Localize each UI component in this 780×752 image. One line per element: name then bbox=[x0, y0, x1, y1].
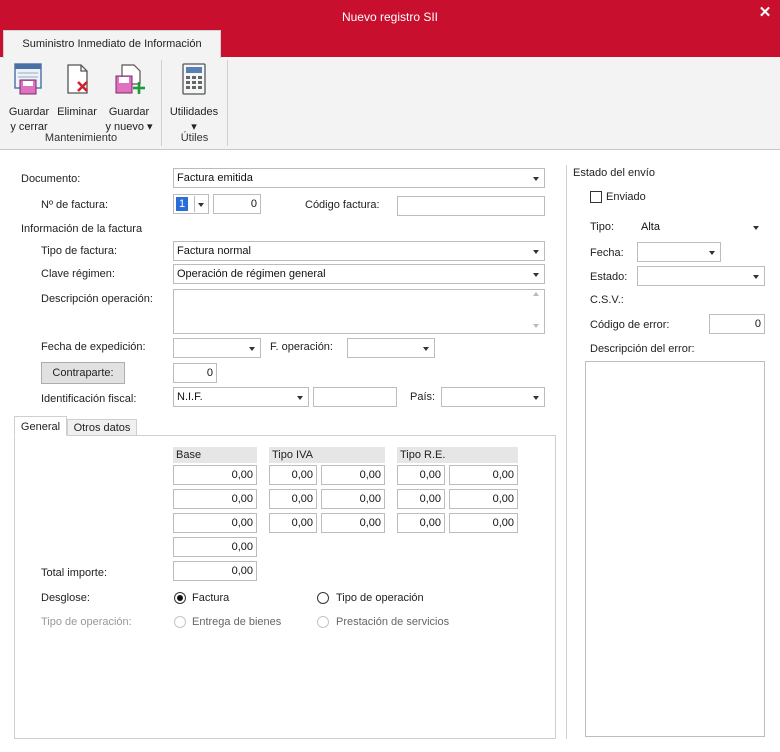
state-select[interactable] bbox=[637, 266, 765, 286]
tax-id-label: Identificación fiscal: bbox=[41, 393, 137, 405]
scroll-down-icon[interactable] bbox=[533, 324, 539, 328]
op-type-label: Tipo de operación: bbox=[41, 616, 132, 628]
group-label-utils: Útiles bbox=[180, 132, 209, 144]
invoice-number-label: Nº de factura: bbox=[41, 199, 108, 211]
radio-invoice[interactable] bbox=[174, 592, 186, 604]
close-icon[interactable]: ✕ bbox=[756, 4, 774, 22]
panel-separator bbox=[566, 165, 567, 739]
tab-other-data[interactable]: Otros datos bbox=[67, 419, 137, 436]
utilities-button[interactable]: Utilidades ▾ bbox=[166, 62, 222, 135]
error-desc-label: Descripción del error: bbox=[590, 343, 695, 355]
counterpart-input[interactable]: 0 bbox=[173, 363, 217, 383]
save-close-icon bbox=[14, 63, 42, 95]
header-re: Tipo R.E. bbox=[397, 447, 518, 463]
country-select[interactable] bbox=[441, 387, 545, 407]
state-label: Estado: bbox=[590, 271, 628, 283]
save-new-button[interactable]: Guardar y nuevo ▾ bbox=[104, 62, 154, 135]
row2-base[interactable]: 0,00 bbox=[173, 489, 257, 509]
header-base: Base bbox=[173, 447, 257, 463]
invoice-type-label: Tipo de factura: bbox=[41, 245, 118, 257]
row3-iva-amount[interactable]: 0,00 bbox=[321, 513, 385, 533]
status-heading: Estado del envío bbox=[573, 167, 655, 179]
chevron-down-icon[interactable] bbox=[195, 195, 208, 213]
row2-re-amount[interactable]: 0,00 bbox=[449, 489, 518, 509]
tax-id-type-select[interactable]: N.I.F. bbox=[173, 387, 309, 407]
tax-id-input[interactable] bbox=[313, 387, 397, 407]
row1-re-rate[interactable]: 0,00 bbox=[397, 465, 445, 485]
breakdown-label: Desglose: bbox=[41, 592, 90, 604]
utilities-label: Utilidades bbox=[169, 106, 219, 118]
date-picker[interactable] bbox=[637, 242, 721, 262]
ribbon-separator bbox=[227, 60, 228, 146]
error-code-input[interactable]: 0 bbox=[709, 314, 765, 334]
radio-services[interactable] bbox=[317, 616, 329, 628]
delete-label: Eliminar bbox=[57, 106, 97, 118]
header-iva: Tipo IVA bbox=[269, 447, 385, 463]
issue-date-picker[interactable] bbox=[173, 338, 261, 358]
row3-base[interactable]: 0,00 bbox=[173, 513, 257, 533]
scroll-up-icon[interactable] bbox=[533, 292, 539, 296]
row2-re-rate[interactable]: 0,00 bbox=[397, 489, 445, 509]
row3-re-amount[interactable]: 0,00 bbox=[449, 513, 518, 533]
error-code-label: Código de error: bbox=[590, 319, 670, 331]
save-new-label-1: Guardar bbox=[108, 106, 150, 118]
radio-operation-type-label: Tipo de operación bbox=[336, 592, 424, 604]
delete-button[interactable]: Eliminar bbox=[54, 62, 100, 120]
regime-key-select[interactable]: Operación de régimen general bbox=[173, 264, 545, 284]
radio-goods-label: Entrega de bienes bbox=[192, 616, 282, 628]
base-total: 0,00 bbox=[173, 537, 257, 557]
row1-iva-rate[interactable]: 0,00 bbox=[269, 465, 317, 485]
total-label: Total importe: bbox=[41, 567, 108, 579]
invoice-code-input[interactable] bbox=[397, 196, 545, 216]
op-description-textarea[interactable] bbox=[173, 289, 545, 334]
radio-operation-type[interactable] bbox=[317, 592, 329, 604]
document-select[interactable]: Factura emitida bbox=[173, 168, 545, 188]
type-label: Tipo: bbox=[590, 221, 615, 233]
total-value: 0,00 bbox=[173, 561, 257, 581]
csv-label: C.S.V.: bbox=[590, 294, 624, 306]
row1-re-amount[interactable]: 0,00 bbox=[449, 465, 518, 485]
radio-invoice-label: Factura bbox=[192, 592, 230, 604]
counterpart-button[interactable]: Contraparte: bbox=[41, 362, 125, 384]
save-close-button[interactable]: Guardar y cerrar bbox=[6, 62, 52, 135]
row1-base[interactable]: 0,00 bbox=[173, 465, 257, 485]
regime-key-label: Clave régimen: bbox=[41, 268, 115, 280]
op-date-label: F. operación: bbox=[270, 341, 333, 353]
op-date-picker[interactable] bbox=[347, 338, 435, 358]
date-label: Fecha: bbox=[590, 247, 624, 259]
save-new-icon bbox=[115, 64, 145, 94]
type-select[interactable]: Alta bbox=[637, 217, 765, 237]
row3-iva-rate[interactable]: 0,00 bbox=[269, 513, 317, 533]
invoice-code-label: Código factura: bbox=[305, 199, 380, 211]
row3-re-rate[interactable]: 0,00 bbox=[397, 513, 445, 533]
radio-goods[interactable] bbox=[174, 616, 186, 628]
window-title: Nuevo registro SII bbox=[341, 10, 439, 24]
invoice-series-select[interactable]: 1 bbox=[173, 194, 209, 214]
invoice-info-heading: Información de la factura bbox=[21, 223, 143, 235]
delete-document-icon bbox=[67, 64, 88, 94]
row2-iva-amount[interactable]: 0,00 bbox=[321, 489, 385, 509]
error-desc-textarea[interactable] bbox=[585, 361, 765, 737]
invoice-type-select[interactable]: Factura normal bbox=[173, 241, 545, 261]
radio-services-label: Prestación de servicios bbox=[336, 616, 450, 628]
group-label-maintenance: Mantenimiento bbox=[44, 132, 118, 144]
document-label: Documento: bbox=[21, 173, 81, 185]
row2-iva-rate[interactable]: 0,00 bbox=[269, 489, 317, 509]
invoice-number-input[interactable]: 0 bbox=[213, 194, 261, 214]
op-description-label: Descripción operación: bbox=[41, 293, 153, 305]
ribbon-tab-sii[interactable]: Suministro Inmediato de Información bbox=[3, 30, 221, 58]
country-label: País: bbox=[410, 391, 436, 403]
calculator-icon bbox=[182, 63, 206, 95]
row1-iva-amount[interactable]: 0,00 bbox=[321, 465, 385, 485]
invoice-series-value: 1 bbox=[176, 197, 188, 211]
issue-date-label: Fecha de expedición: bbox=[41, 341, 146, 353]
sent-label: Enviado bbox=[606, 191, 646, 203]
save-close-label-1: Guardar bbox=[8, 106, 50, 118]
tab-general[interactable]: General bbox=[14, 416, 67, 436]
sent-checkbox[interactable] bbox=[590, 191, 602, 203]
